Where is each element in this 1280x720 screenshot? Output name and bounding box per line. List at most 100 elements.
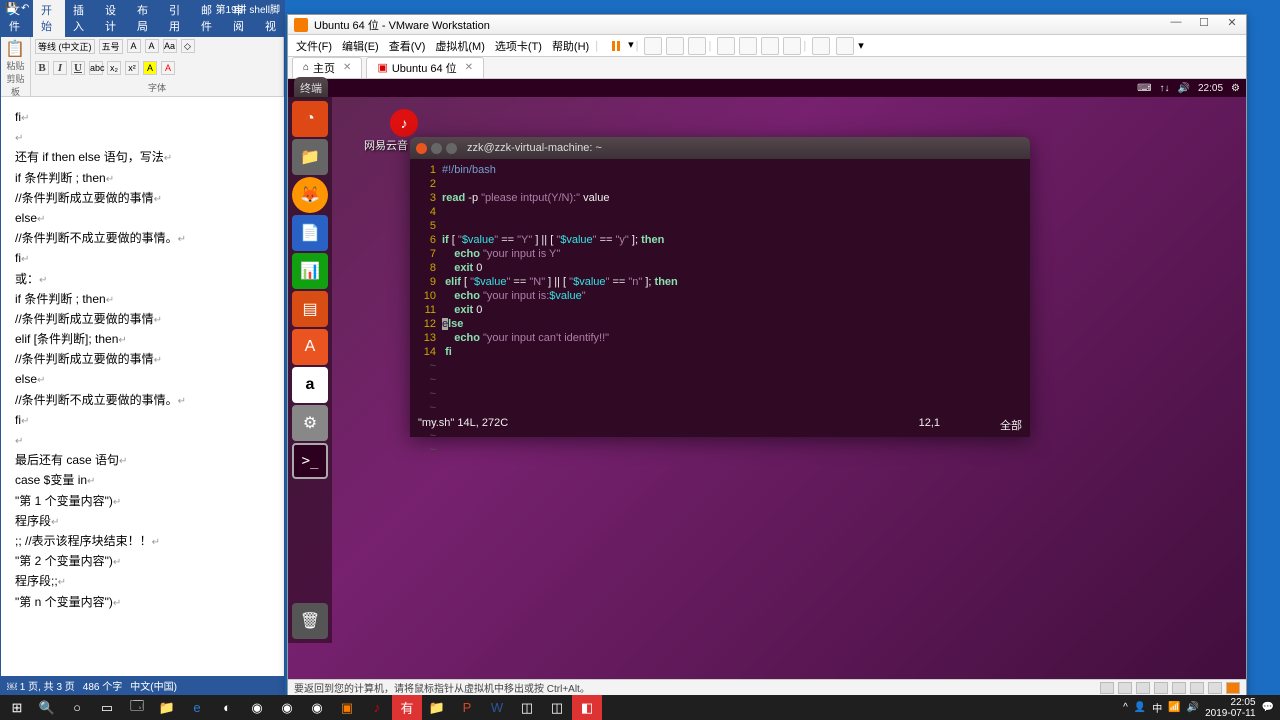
dash-icon[interactable]: ◔ — [292, 101, 328, 137]
toolbar-revert-icon[interactable] — [666, 37, 684, 55]
terminal-window[interactable]: zzk@zzk-virtual-machine: ~ 1#!/bin/bash2… — [410, 137, 1030, 437]
ubuntu-desktop[interactable]: 终端 ⌨ ↑↓ 🔊 22:05 ⚙ ◔ 📁 🦊 📄 📊 ▤ A a ⚙ >_ 🗑 — [288, 79, 1246, 693]
toolbar-manage-icon[interactable] — [688, 37, 706, 55]
tray-chevron-icon[interactable]: ^ — [1123, 702, 1128, 713]
tab-design[interactable]: 设计 — [97, 0, 129, 37]
cortana-icon[interactable]: ○ — [62, 695, 92, 720]
taskview-icon[interactable]: ▭ — [92, 695, 122, 720]
taskbar-netease-icon[interactable]: ♪ — [362, 695, 392, 720]
taskbar-app-8[interactable]: ◫ — [512, 695, 542, 720]
taskbar-app-10[interactable]: ◧ — [572, 695, 602, 720]
superscript-icon[interactable]: x² — [125, 61, 139, 75]
term-maximize-icon[interactable] — [446, 143, 457, 154]
taskbar-app-7[interactable]: 有 — [392, 695, 422, 720]
taskbar-app-2[interactable]: 📁 — [152, 695, 182, 720]
taskbar-clock[interactable]: 22:05 2019-07-11 — [1205, 697, 1255, 719]
device-sound-icon[interactable] — [1172, 682, 1186, 694]
taskbar-app-6[interactable]: ◉ — [302, 695, 332, 720]
start-button[interactable]: ⊞ — [2, 695, 32, 720]
terminal-icon[interactable]: >_ — [292, 443, 328, 479]
tab-file[interactable]: 文件 — [1, 0, 33, 37]
toolbar-console-icon[interactable] — [761, 37, 779, 55]
libreoffice-writer-icon[interactable]: 📄 — [292, 215, 328, 251]
menu-edit[interactable]: 编辑(E) — [338, 38, 383, 54]
device-display-icon[interactable] — [1208, 682, 1222, 694]
paste-icon[interactable]: 📋 — [5, 39, 26, 59]
font-family-select[interactable]: 等线 (中文正) — [35, 39, 95, 54]
taskbar-app-5[interactable]: ◉ — [272, 695, 302, 720]
search-icon[interactable]: 🔍 — [32, 695, 62, 720]
menu-help[interactable]: 帮助(H) — [548, 38, 593, 54]
taskbar-app-4[interactable]: ◉ — [242, 695, 272, 720]
word-count[interactable]: 486 个字 — [83, 678, 122, 692]
tray-volume-icon[interactable]: 🔊 — [1187, 702, 1199, 713]
close-button[interactable]: ✕ — [1218, 16, 1246, 34]
system-settings-icon[interactable]: ⚙ — [292, 405, 328, 441]
tab-home[interactable]: ⌂主页✕ — [292, 57, 362, 79]
toolbar-unity-icon[interactable] — [739, 37, 757, 55]
menu-vm[interactable]: 虚拟机(M) — [431, 38, 489, 54]
underline-icon[interactable]: U — [71, 61, 85, 75]
taskbar-word-icon[interactable]: W — [482, 695, 512, 720]
keyboard-indicator-icon[interactable]: ⌨ — [1137, 83, 1151, 94]
toolbar-snapshot-icon[interactable] — [644, 37, 662, 55]
subscript-icon[interactable]: x₂ — [107, 61, 121, 75]
tray-ime-icon[interactable]: 中 — [1152, 700, 1162, 715]
toolbar-stretch-icon[interactable] — [783, 37, 801, 55]
device-usb-icon[interactable] — [1154, 682, 1168, 694]
tab-view[interactable]: 视 — [257, 15, 284, 37]
device-hdd-icon[interactable] — [1100, 682, 1114, 694]
term-minimize-icon[interactable] — [431, 143, 442, 154]
files-icon[interactable]: 📁 — [292, 139, 328, 175]
font-size-select[interactable]: 五号 — [99, 39, 123, 54]
vm-pause-button[interactable]: ▾ — [608, 38, 634, 54]
taskbar-vmware-icon[interactable]: ▣ — [332, 695, 362, 720]
taskbar-edge-icon[interactable]: e — [182, 695, 212, 720]
word-document-body[interactable]: fi↵↵还有 if then else 语句，写法↵if 条件判断 ; then… — [1, 97, 284, 627]
page-count[interactable]: ￼ 1 页, 共 3 页 — [7, 678, 75, 692]
taskbar-explorer-icon[interactable]: 📁 — [422, 695, 452, 720]
term-close-icon[interactable] — [416, 143, 427, 154]
menu-file[interactable]: 文件(F) — [292, 38, 336, 54]
bold-icon[interactable]: B — [35, 61, 49, 75]
device-msg-icon[interactable] — [1226, 682, 1240, 694]
menu-view[interactable]: 查看(V) — [385, 38, 430, 54]
toolbar-fullscreen-icon[interactable] — [717, 37, 735, 55]
libreoffice-impress-icon[interactable]: ▤ — [292, 291, 328, 327]
tray-notifications-icon[interactable]: 💬 — [1262, 702, 1274, 713]
language-status[interactable]: 中文(中国) — [130, 678, 177, 692]
clear-format-icon[interactable]: ◇ — [181, 39, 195, 53]
taskbar-app-1[interactable]: 🗔 — [122, 695, 152, 720]
close-tab-icon[interactable]: ✕ — [343, 62, 351, 73]
ubuntu-software-icon[interactable]: A — [292, 329, 328, 365]
grow-font-icon[interactable]: A — [127, 39, 141, 53]
shrink-font-icon[interactable]: A — [145, 39, 159, 53]
firefox-icon[interactable]: 🦊 — [292, 177, 328, 213]
tab-layout[interactable]: 布局 — [129, 0, 161, 37]
menu-tabs[interactable]: 选项卡(T) — [491, 38, 546, 54]
network-icon[interactable]: ↑↓ — [1160, 83, 1170, 94]
device-net-icon[interactable] — [1136, 682, 1150, 694]
volume-icon[interactable]: 🔊 — [1178, 83, 1190, 94]
close-tab-icon[interactable]: ✕ — [465, 62, 473, 73]
tab-insert[interactable]: 插入 — [65, 0, 97, 37]
toolbar-library-icon[interactable] — [812, 37, 830, 55]
tab-home[interactable]: 开始 — [33, 0, 65, 37]
settings-gear-icon[interactable]: ⚙ — [1231, 83, 1240, 94]
font-color-icon[interactable]: A — [161, 61, 175, 75]
minimize-button[interactable]: — — [1162, 16, 1190, 34]
terminal-body[interactable]: 1#!/bin/bash23read -p "please intput(Y/N… — [410, 159, 1030, 461]
libreoffice-calc-icon[interactable]: 📊 — [292, 253, 328, 289]
trash-icon[interactable]: 🗑 — [292, 603, 328, 639]
tray-network-icon[interactable]: 📶 — [1168, 702, 1180, 713]
highlight-icon[interactable]: A — [143, 61, 157, 75]
toolbar-thumbnail-icon[interactable] — [836, 37, 854, 55]
strikethrough-icon[interactable]: abc — [89, 61, 103, 75]
tab-references[interactable]: 引用 — [161, 0, 193, 37]
italic-icon[interactable]: I — [53, 61, 67, 75]
tab-ubuntu[interactable]: ▣Ubuntu 64 位✕ — [366, 57, 484, 79]
device-printer-icon[interactable] — [1190, 682, 1204, 694]
maximize-button[interactable]: ☐ — [1190, 16, 1218, 34]
device-cd-icon[interactable] — [1118, 682, 1132, 694]
tab-review[interactable]: 审阅 — [225, 0, 257, 37]
